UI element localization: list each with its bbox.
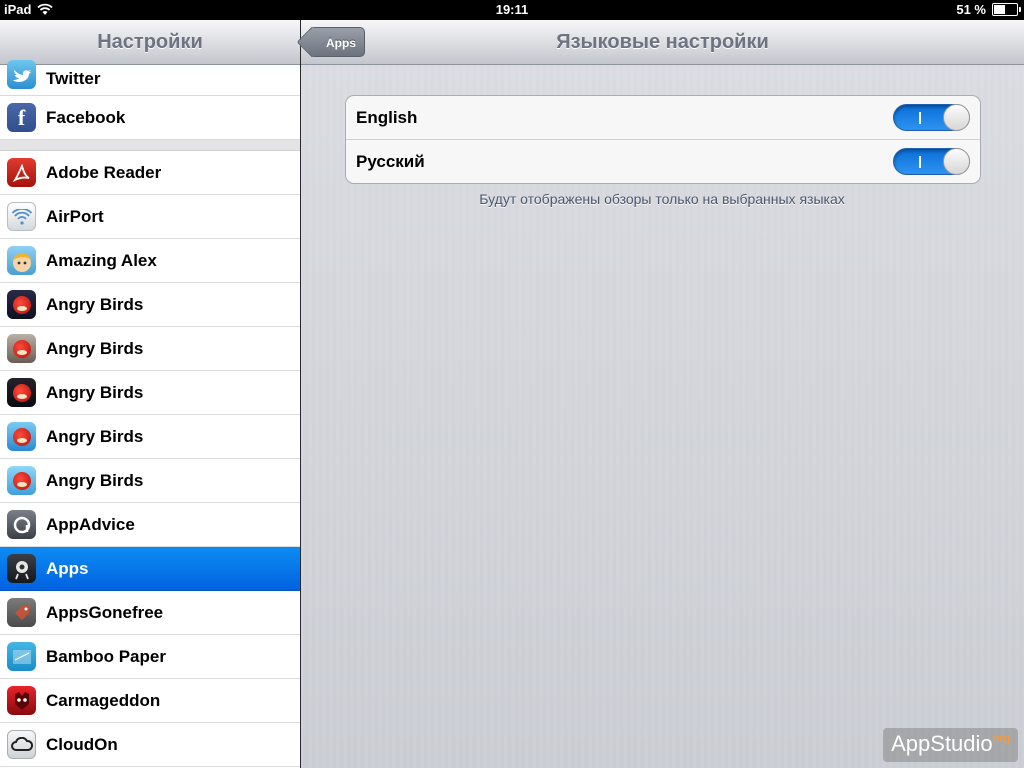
group-footnote: Будут отображены обзоры только на выбран…	[479, 191, 845, 207]
toggle-knob[interactable]	[943, 104, 970, 131]
russian-toggle[interactable]	[893, 148, 970, 175]
apps-icon	[7, 554, 36, 583]
toggle-on-glyph	[919, 156, 921, 168]
detail-navbar: Apps Языковые настройки	[301, 20, 1024, 65]
page-title: Языковые настройки	[556, 31, 769, 53]
sidebar-item-angry-birds-space[interactable]: Angry Birds	[0, 283, 300, 327]
sidebar-item-label: Bamboo Paper	[46, 646, 166, 666]
appadvice-icon	[7, 510, 36, 539]
sidebar-item-label: Facebook	[46, 107, 126, 127]
sidebar-item-amazing-alex[interactable]: Amazing Alex	[0, 239, 300, 283]
carmageddon-icon	[7, 686, 36, 715]
status-time: 19:11	[495, 2, 529, 17]
language-row-russian: Русский	[346, 140, 980, 183]
toggle-knob[interactable]	[943, 148, 970, 175]
appsgonefree-icon	[7, 598, 36, 627]
sidebar-item-label: AirPort	[46, 206, 104, 226]
language-label: English	[356, 107, 418, 127]
section-divider	[0, 140, 300, 151]
english-toggle[interactable]	[893, 104, 970, 131]
sidebar-item-twitter[interactable]: Twitter	[0, 60, 300, 96]
twitter-icon	[7, 60, 36, 89]
battery-icon	[992, 3, 1021, 16]
status-bar: iPad 19:11 51 %	[0, 0, 1024, 20]
sidebar-item-label: Angry Birds	[46, 382, 144, 402]
sidebar-item-airport[interactable]: AirPort	[0, 195, 300, 239]
bamboo-paper-icon	[7, 642, 36, 671]
sidebar-item-angry-birds-seasons[interactable]: Angry Birds	[0, 327, 300, 371]
language-row-english: English	[346, 96, 980, 140]
watermark-text: AppStudio	[891, 731, 993, 756]
sidebar-item-angry-birds-hd[interactable]: Angry Birds	[0, 415, 300, 459]
sidebar-item-appsgonefree[interactable]: AppsGonefree	[0, 591, 300, 635]
sidebar-item-angry-birds-star-wars[interactable]: Angry Birds	[0, 371, 300, 415]
sidebar-item-label: Adobe Reader	[46, 162, 162, 182]
sidebar-item-cloudon[interactable]: CloudOn	[0, 723, 300, 767]
angry-birds-rio-icon	[7, 466, 36, 495]
sidebar-item-apps[interactable]: Apps	[0, 547, 300, 591]
sidebar-item-angry-birds-rio[interactable]: Angry Birds	[0, 459, 300, 503]
settings-list: Twitter f Facebook Adobe Reader AirPort	[0, 60, 300, 767]
sidebar-item-facebook[interactable]: f Facebook	[0, 96, 300, 140]
sidebar-item-label: Carmageddon	[46, 690, 161, 710]
sidebar-item-label: AppsGonefree	[46, 602, 164, 622]
watermark-logo: AppStudioorg	[883, 728, 1018, 762]
sidebar-item-label: Angry Birds	[46, 294, 144, 314]
angry-birds-space-icon	[7, 290, 36, 319]
sidebar-item-label: Twitter	[46, 69, 101, 88]
sidebar-item-bamboo-paper[interactable]: Bamboo Paper	[0, 635, 300, 679]
detail-pane: Apps Языковые настройки English Русский …	[301, 20, 1024, 768]
sidebar-item-appadvice[interactable]: AppAdvice	[0, 503, 300, 547]
angry-birds-star-wars-icon	[7, 378, 36, 407]
angry-birds-seasons-icon	[7, 334, 36, 363]
sidebar-item-label: Angry Birds	[46, 470, 144, 490]
sidebar-item-carmageddon[interactable]: Carmageddon	[0, 679, 300, 723]
watermark-suffix: org	[992, 731, 1010, 745]
sidebar-item-label: Angry Birds	[46, 426, 144, 446]
language-settings-group: English Русский	[345, 95, 981, 184]
sidebar-title: Настройки	[0, 20, 300, 65]
amazing-alex-icon	[7, 246, 36, 275]
adobe-reader-icon	[7, 158, 36, 187]
sidebar-item-label: CloudOn	[46, 734, 118, 754]
settings-sidebar: Настройки Twitter f Facebook Adobe Reade…	[0, 20, 301, 768]
sidebar-item-label: AppAdvice	[46, 514, 135, 534]
language-label: Русский	[356, 151, 425, 171]
sidebar-item-label: Angry Birds	[46, 338, 144, 358]
facebook-icon: f	[7, 103, 36, 132]
sidebar-item-label: Amazing Alex	[46, 250, 157, 270]
battery-percent: 51 %	[956, 2, 986, 17]
toggle-on-glyph	[919, 112, 921, 124]
cloudon-icon	[7, 730, 36, 759]
sidebar-item-adobe-reader[interactable]: Adobe Reader	[0, 151, 300, 195]
sidebar-item-label: Apps	[46, 558, 89, 578]
airport-icon	[7, 202, 36, 231]
angry-birds-hd-icon	[7, 422, 36, 451]
